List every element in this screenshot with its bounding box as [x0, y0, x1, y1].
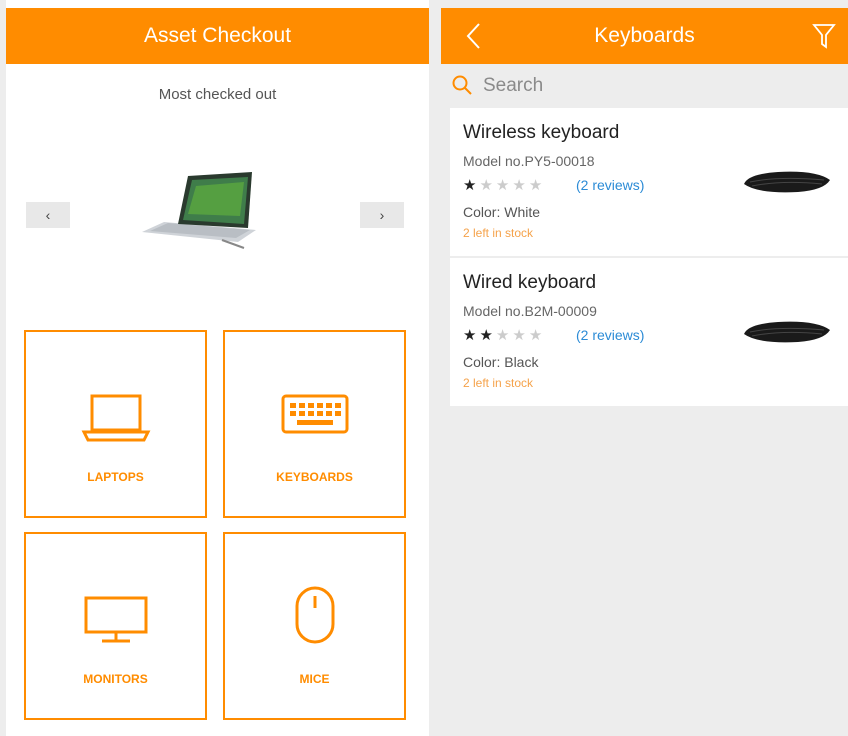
star-icon: ★ — [495, 177, 513, 194]
filter-icon[interactable] — [812, 22, 836, 50]
tile-label: MONITORS — [83, 672, 148, 686]
reviews-link[interactable]: (2 reviews) — [576, 327, 644, 343]
keyboard-icon — [281, 394, 348, 434]
carousel-next-button[interactable]: › — [360, 202, 404, 228]
star-icon: ★ — [528, 327, 546, 344]
product-name: Wireless keyboard — [463, 122, 620, 143]
star-icon: ★ — [479, 177, 496, 194]
mouse-icon — [295, 586, 334, 644]
star-icon: ★ — [512, 177, 529, 194]
tile-label: LAPTOPS — [87, 470, 144, 484]
category-tile-mice[interactable]: MICE — [223, 532, 406, 720]
product-color: Color: White — [463, 204, 541, 220]
stock-status: 2 left in stock — [463, 376, 534, 390]
category-tile-monitors[interactable]: MONITORS — [24, 532, 207, 720]
search-bar — [441, 66, 848, 106]
star-icon: ★ — [463, 177, 480, 194]
page-title: Asset Checkout — [143, 24, 292, 47]
reviews-link[interactable]: (2 reviews) — [576, 177, 644, 193]
laptop-icon — [81, 394, 150, 442]
page-title: Keyboards — [594, 24, 695, 47]
search-input[interactable] — [483, 72, 823, 100]
star-icon: ★ — [512, 327, 529, 344]
product-card-wired-keyboard[interactable]: Wired keyboard Model no.B2M-00009 ★★★★★ … — [450, 258, 848, 406]
star-icon: ★ — [495, 327, 513, 344]
stock-status: 2 left in stock — [463, 226, 534, 240]
monitor-icon — [84, 596, 147, 643]
search-icon — [452, 75, 472, 95]
header-bar: Keyboards — [441, 8, 848, 64]
product-model: Model no.B2M-00009 — [463, 303, 597, 319]
product-card-wireless-keyboard[interactable]: Wireless keyboard Model no.PY5-00018 ★★★… — [450, 108, 848, 256]
star-icon: ★ — [479, 327, 496, 344]
product-name: Wired keyboard — [463, 272, 597, 293]
star-rating: ★★★★★ — [463, 176, 545, 194]
keyboard-product-image — [744, 171, 830, 193]
star-icon: ★ — [528, 177, 546, 194]
star-icon: ★ — [463, 327, 480, 344]
product-color: Color: Black — [463, 354, 539, 370]
tile-label: KEYBOARDS — [276, 470, 353, 484]
product-model: Model no.PY5-00018 — [463, 153, 595, 169]
keyboards-screen: Keyboards Wireless keyboard Model no.PY5… — [441, 0, 848, 736]
most-checked-out-label: Most checked out — [158, 86, 277, 103]
tile-label: MICE — [299, 672, 330, 686]
star-rating: ★★★★★ — [463, 326, 545, 344]
keyboard-product-image — [744, 321, 830, 343]
asset-checkout-screen: Asset Checkout Most checked out ‹ › LAPT… — [6, 0, 429, 736]
category-tile-keyboards[interactable]: KEYBOARDS — [223, 330, 406, 518]
category-tile-laptops[interactable]: LAPTOPS — [24, 330, 207, 518]
laptop-product-image[interactable] — [126, 170, 276, 250]
header-bar: Asset Checkout — [6, 8, 429, 64]
carousel-prev-button[interactable]: ‹ — [26, 202, 70, 228]
